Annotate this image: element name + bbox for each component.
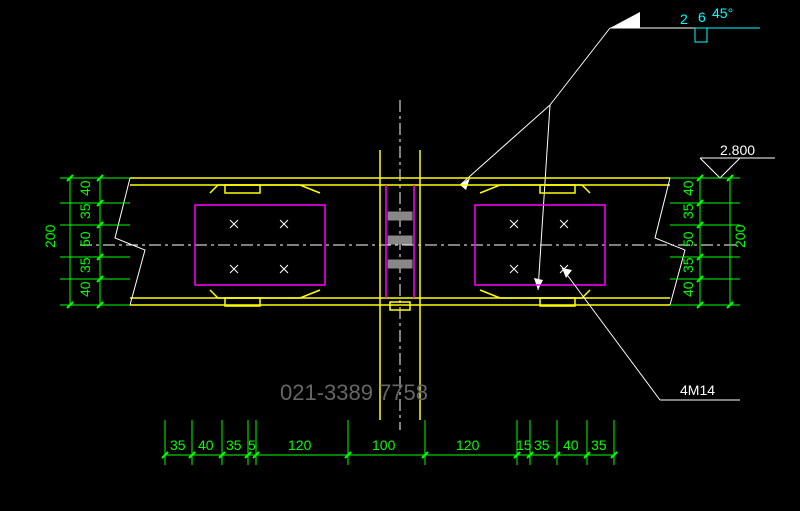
svg-text:200: 200 <box>732 224 748 248</box>
svg-text:35: 35 <box>591 437 607 453</box>
svg-text:5: 5 <box>248 437 256 453</box>
svg-text:35: 35 <box>77 257 93 273</box>
bolt-label: 4M14 <box>680 382 715 398</box>
bolt-annotation: 4M14 <box>562 268 740 400</box>
svg-text:15: 15 <box>516 437 532 453</box>
bolt-group-right <box>510 220 568 273</box>
svg-text:40: 40 <box>680 180 696 196</box>
svg-text:35: 35 <box>534 437 550 453</box>
elevation-marker: 2.800 <box>700 142 775 178</box>
svg-text:35: 35 <box>170 437 186 453</box>
bolt-group-left <box>230 220 288 273</box>
elevation-value: 2.800 <box>720 142 755 158</box>
weld-size1: 2 <box>680 11 688 27</box>
svg-text:200: 200 <box>42 224 58 248</box>
svg-text:40: 40 <box>563 437 579 453</box>
right-dim-chain: 200 40 35 50 35 40 <box>670 175 748 308</box>
weld-angle: 45° <box>712 5 733 21</box>
svg-text:35: 35 <box>226 437 242 453</box>
svg-text:120: 120 <box>288 437 312 453</box>
svg-text:40: 40 <box>77 180 93 196</box>
svg-text:50: 50 <box>680 231 696 247</box>
flag-icon <box>610 12 640 28</box>
svg-text:50: 50 <box>77 231 93 247</box>
svg-text:40: 40 <box>77 281 93 297</box>
weld-size2: 6 <box>698 9 706 25</box>
svg-text:35: 35 <box>77 203 93 219</box>
left-dim-chain: 200 40 35 50 35 40 <box>42 175 130 308</box>
svg-text:35: 35 <box>680 203 696 219</box>
svg-text:40: 40 <box>198 437 214 453</box>
bottom-dim-chain: 35 40 35 5 120 100 120 15 35 40 35 <box>162 420 617 465</box>
phone-watermark: 021-3389 7758 <box>280 380 428 405</box>
svg-text:35: 35 <box>680 257 696 273</box>
svg-text:120: 120 <box>456 437 480 453</box>
weld-symbol: 2 6 45° <box>460 5 760 290</box>
svg-text:40: 40 <box>680 281 696 297</box>
cad-drawing: 2 6 45° 2.800 <box>0 0 800 511</box>
svg-text:100: 100 <box>372 437 396 453</box>
